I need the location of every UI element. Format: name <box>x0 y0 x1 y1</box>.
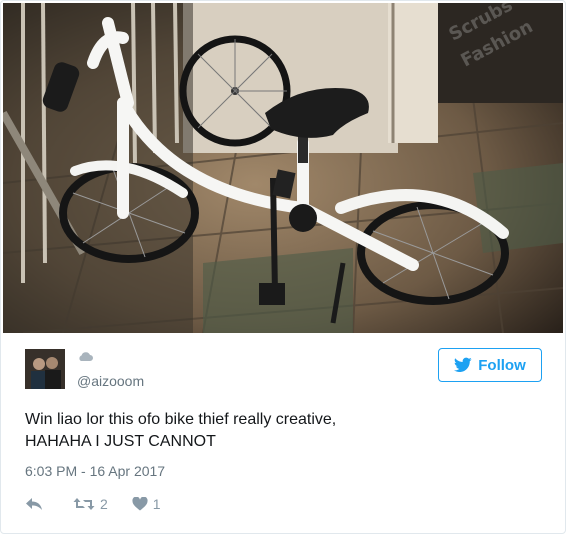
tweet-text: Win liao lor this ofo bike thief really … <box>25 409 545 453</box>
like-button[interactable]: 1 <box>132 496 161 512</box>
user-handle[interactable]: @aizooom <box>77 373 144 389</box>
bird-icon <box>454 357 472 372</box>
heart-icon <box>132 497 148 511</box>
tweet-text-line-2: HAHAHA I JUST CANNOT <box>25 433 216 450</box>
tweet-photo[interactable]: Scrubs Fashion <box>3 3 563 333</box>
like-count: 1 <box>152 496 161 512</box>
retweet-button[interactable]: 2 <box>73 496 108 512</box>
bike-photo-image: Scrubs Fashion <box>3 3 563 333</box>
retweet-count: 2 <box>100 496 108 512</box>
avatar-image <box>25 349 65 389</box>
tweet-actions: 2 1 <box>25 493 161 515</box>
avatar[interactable] <box>25 349 65 389</box>
tweet-meta: @aizooom Follow Win liao lor this ofo bi… <box>1 333 565 533</box>
tweet-card: Scrubs Fashion @aizooom Follow Win liao … <box>0 0 566 534</box>
tweet-text-line-1: Win liao lor this ofo bike thief really … <box>25 411 337 428</box>
reply-button[interactable] <box>25 497 43 511</box>
follow-button[interactable]: Follow <box>438 348 542 382</box>
tweet-timestamp[interactable]: 6:03 PM - 16 Apr 2017 <box>25 463 165 479</box>
follow-label: Follow <box>478 356 526 374</box>
cloud-icon <box>79 352 93 361</box>
retweet-icon <box>73 498 95 510</box>
reply-icon <box>26 498 42 510</box>
